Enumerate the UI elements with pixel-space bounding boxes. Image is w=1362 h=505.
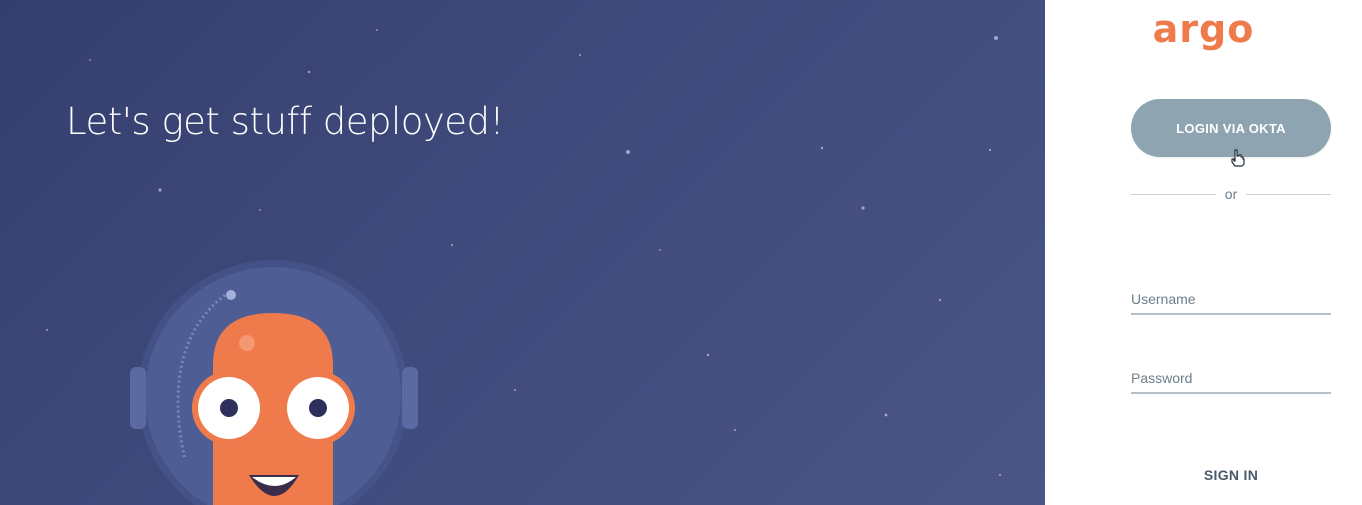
sign-in-button[interactable]: SIGN IN [1131,463,1331,487]
hero-title: Let's get stuff deployed! [66,100,504,143]
username-input[interactable] [1131,291,1331,313]
divider-text: or [1224,186,1238,202]
login-page: Let's get stuff deployed! argo LOGIN VIA… [0,0,1362,505]
hand-pointer-icon [1231,149,1245,167]
password-input[interactable] [1131,370,1331,392]
hero-panel: Let's get stuff deployed! [0,0,1045,505]
or-divider: or [1131,186,1332,202]
login-panel: argo LOGIN VIA OKTA or SIGN IN [1045,0,1362,505]
argo-logo: argo [1152,7,1255,51]
argo-mascot-icon [130,260,418,505]
divider-line-left [1131,193,1216,195]
username-field-wrapper [1131,291,1331,315]
divider-line-right [1246,193,1332,195]
password-field-wrapper [1131,370,1331,394]
